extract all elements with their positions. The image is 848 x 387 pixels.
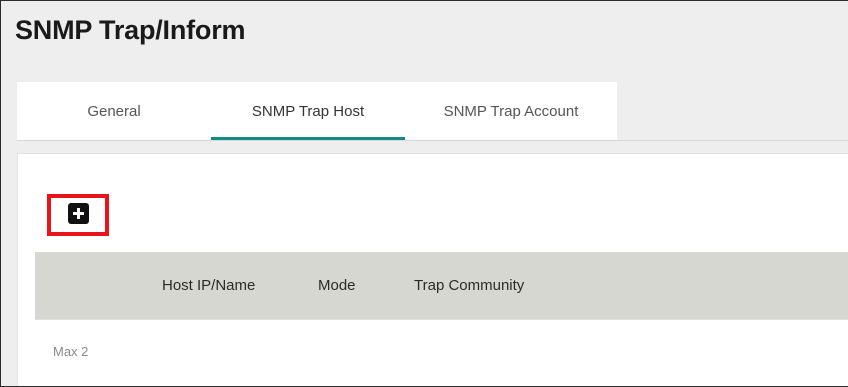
tab-snmp-trap-host[interactable]: SNMP Trap Host [211, 82, 405, 140]
plus-square-icon [73, 208, 84, 219]
column-header-mode[interactable]: Mode [318, 252, 356, 319]
column-header-trap-community[interactable]: Trap Community [414, 252, 524, 319]
column-header-host-ip-name[interactable]: Host IP/Name [162, 252, 255, 319]
max-entries-note: Max 2 [53, 344, 89, 359]
add-button[interactable] [68, 203, 89, 224]
tab-general[interactable]: General [17, 82, 211, 140]
app-frame: SNMP Trap/Inform General SNMP Trap Host … [0, 0, 848, 387]
tab-bar: General SNMP Trap Host SNMP Trap Account [17, 82, 617, 140]
tab-snmp-trap-account[interactable]: SNMP Trap Account [405, 82, 617, 140]
table-divider [35, 319, 848, 320]
page-title: SNMP Trap/Inform [15, 15, 246, 45]
table-header: Host IP/Name Mode Trap Community [35, 252, 848, 319]
tabs-divider [17, 140, 848, 141]
